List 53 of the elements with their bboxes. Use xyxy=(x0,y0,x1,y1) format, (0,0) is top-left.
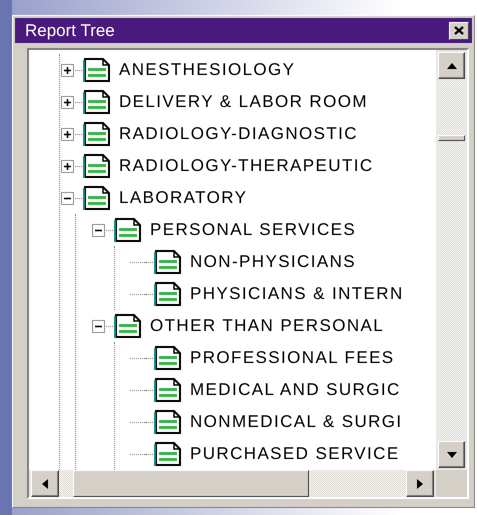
expand-toggle[interactable] xyxy=(61,96,74,108)
tree-item-label[interactable]: PERSONAL SERVICES xyxy=(150,220,356,240)
document-icon xyxy=(82,121,112,147)
vertical-scrollbar[interactable] xyxy=(436,50,467,470)
tree-item-label[interactable]: PROFESSIONAL FEES xyxy=(190,348,395,368)
scroll-right-button[interactable] xyxy=(406,470,434,497)
expand-toggle[interactable] xyxy=(92,224,105,236)
horizontal-scrollbar[interactable] xyxy=(29,470,436,497)
tree-item-label[interactable]: NONMEDICAL & SURGI xyxy=(190,412,403,432)
scroll-thumb[interactable] xyxy=(438,135,465,141)
document-icon xyxy=(82,185,112,211)
document-icon xyxy=(82,57,112,83)
document-icon xyxy=(113,217,143,243)
document-icon xyxy=(153,441,183,467)
plus-icon xyxy=(63,162,72,170)
down-arrow-icon xyxy=(446,452,456,458)
tree-item-label[interactable]: RADIOLOGY-THERAPEUTIC xyxy=(119,156,374,176)
tree-item-label[interactable]: OTHER THAN PERSONAL xyxy=(150,316,384,336)
expand-toggle[interactable] xyxy=(61,128,74,140)
scroll-down-button[interactable] xyxy=(438,441,465,468)
right-arrow-icon xyxy=(417,478,423,488)
tree-item-label[interactable]: NON-PHYSICIANS xyxy=(190,252,356,272)
tree-item-label[interactable]: MEDICAL AND SURGIC xyxy=(190,380,401,400)
window-title: Report Tree xyxy=(25,20,115,40)
document-icon xyxy=(153,345,183,371)
tree-item-label[interactable]: ANESTHESIOLOGY xyxy=(119,60,296,80)
plus-icon xyxy=(63,98,72,106)
tree-item-label[interactable]: LABORATORY xyxy=(119,188,248,208)
expand-toggle[interactable] xyxy=(61,192,74,204)
close-button[interactable] xyxy=(449,22,469,40)
document-icon xyxy=(82,89,112,115)
document-icon xyxy=(82,153,112,179)
tree-item-label[interactable]: DELIVERY & LABOR ROOM xyxy=(119,92,368,112)
scroll-left-button[interactable] xyxy=(31,470,59,497)
document-icon xyxy=(153,249,183,275)
tree-item-label[interactable]: RADIOLOGY-DIAGNOSTIC xyxy=(119,124,358,144)
scroll-thumb[interactable] xyxy=(73,470,309,497)
tree-item-label[interactable]: PHYSICIANS & INTERN xyxy=(190,284,404,304)
expand-toggle[interactable] xyxy=(61,64,74,76)
plus-icon xyxy=(63,130,72,138)
plus-icon xyxy=(63,66,72,74)
tree-item-label[interactable]: PURCHASED SERVICE xyxy=(190,444,400,464)
document-icon xyxy=(113,313,143,339)
scrollbar-corner xyxy=(436,470,467,497)
left-arrow-icon xyxy=(42,478,48,488)
expand-toggle[interactable] xyxy=(92,320,105,332)
expand-toggle[interactable] xyxy=(61,160,74,172)
up-arrow-icon xyxy=(446,62,456,68)
document-icon xyxy=(153,409,183,435)
scroll-up-button[interactable] xyxy=(438,52,465,79)
document-icon xyxy=(153,281,183,307)
document-icon xyxy=(153,377,183,403)
close-icon xyxy=(454,26,464,35)
